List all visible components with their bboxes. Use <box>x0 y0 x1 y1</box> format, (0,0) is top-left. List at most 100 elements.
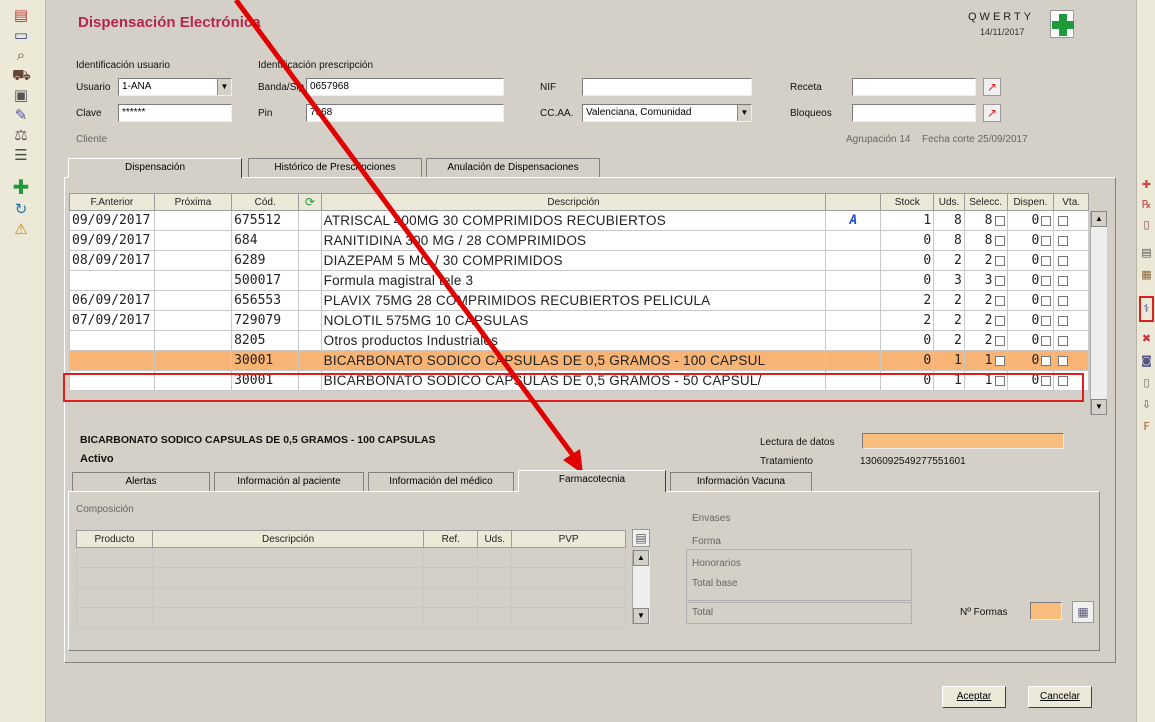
user-icon[interactable]: ◙ <box>1139 352 1154 369</box>
comp-col-producto[interactable]: Producto <box>76 530 153 548</box>
table-row[interactable]: 09/09/2017 684 RANITIDINA 300 MG / 28 COMP… <box>69 230 1089 251</box>
calendar-icon[interactable]: ▦ <box>1139 266 1154 283</box>
warning-icon[interactable]: ⚠ <box>12 220 30 238</box>
table-row[interactable]: 8205 Otros productos Industriales 0 2 2 0 <box>69 330 1089 351</box>
table-row[interactable] <box>76 607 626 628</box>
row-checkbox[interactable] <box>1058 315 1069 326</box>
row-checkbox[interactable] <box>994 275 1005 286</box>
composition-scrollbar[interactable]: ▲ ▼ <box>632 550 650 624</box>
ccaa-select[interactable]: Valenciana, Comunidad ▼ <box>582 104 752 122</box>
row-checkbox[interactable] <box>994 355 1005 366</box>
table-row[interactable]: 500017 Formula magistral tele 3 0 3 3 0 <box>69 270 1089 291</box>
row-checkbox[interactable] <box>1058 275 1069 286</box>
pin-field[interactable]: 7968 <box>306 104 504 122</box>
receta-field[interactable] <box>852 78 976 96</box>
accept-button[interactable]: Aceptar <box>942 686 1006 708</box>
table-row[interactable] <box>76 567 626 588</box>
tab-dispensacion[interactable]: Dispensación <box>68 158 242 178</box>
n-formas-field[interactable] <box>1030 602 1062 620</box>
row-checkbox[interactable] <box>994 235 1005 246</box>
pill-icon[interactable]: ✚ <box>1139 176 1154 193</box>
comp-col-pvp[interactable]: PVP <box>511 530 626 548</box>
document-icon[interactable]: ▯ <box>1139 216 1154 233</box>
print-icon[interactable]: ▤ <box>1139 244 1154 261</box>
bloqueos-edit-icon[interactable]: ↗ <box>983 104 1001 122</box>
row-checkbox[interactable] <box>994 315 1005 326</box>
scanner-icon[interactable]: ▭ <box>12 26 30 44</box>
nif-field[interactable] <box>582 78 752 96</box>
tab-historico[interactable]: Histórico de Prescripciones <box>248 158 422 178</box>
pharmacy-cross-icon[interactable]: ✚ <box>12 177 30 197</box>
table-row[interactable]: 08/09/2017 6289 DIAZEPAM 5 MG / 30 COMPRIM… <box>69 250 1089 271</box>
lectura-field[interactable] <box>862 433 1064 449</box>
table-row[interactable]: 09/09/2017 675512 ATRISCAL 400MG 30 COMPRI… <box>69 210 1089 231</box>
scale-icon[interactable]: ⚖ <box>12 126 30 144</box>
pharmacist-icon[interactable]: ⚕ <box>1139 296 1154 322</box>
tab-info-medico[interactable]: Información del médico <box>368 472 514 492</box>
row-checkbox[interactable] <box>1058 355 1069 366</box>
search-icon[interactable]: ⌕ <box>12 46 30 64</box>
row-checkbox[interactable] <box>994 335 1005 346</box>
row-checkbox[interactable] <box>1041 275 1052 286</box>
invoice-icon[interactable]: F <box>1139 418 1154 435</box>
row-checkbox[interactable] <box>1058 255 1069 266</box>
row-checkbox[interactable] <box>1041 235 1052 246</box>
comp-col-ref[interactable]: Ref. <box>423 530 479 548</box>
scroll-up-icon[interactable]: ▲ <box>633 550 649 566</box>
col-vta[interactable]: Vta. <box>1053 193 1089 211</box>
chevron-down-icon[interactable]: ▼ <box>737 105 751 121</box>
row-checkbox[interactable] <box>1041 335 1052 346</box>
tab-farmacotecnia[interactable]: Farmacotecnia <box>518 470 666 492</box>
prescription-icon[interactable]: ℞ <box>1139 196 1154 213</box>
list-icon[interactable]: ☰ <box>12 146 30 164</box>
formas-calculator-icon[interactable]: ▦ <box>1072 601 1094 623</box>
tab-info-vacuna[interactable]: Información Vacuna <box>670 472 812 492</box>
cart-icon[interactable]: ⛟ <box>12 66 31 84</box>
user-select[interactable]: 1-ANA ▼ <box>118 78 232 96</box>
scroll-down-icon[interactable]: ▼ <box>1091 399 1107 415</box>
receta-edit-icon[interactable]: ↗ <box>983 78 1001 96</box>
col-dispen[interactable]: Dispen. <box>1006 193 1055 211</box>
cancel-button[interactable]: Cancelar <box>1028 686 1092 708</box>
col-stock[interactable]: Stock <box>880 193 935 211</box>
row-checkbox[interactable] <box>1058 335 1069 346</box>
tab-alertas[interactable]: Alertas <box>72 472 210 492</box>
comp-col-descripcion[interactable]: Descripción <box>151 530 425 548</box>
row-checkbox[interactable] <box>994 295 1005 306</box>
table-row[interactable]: 07/09/2017 729079 NOLOTIL 575MG 10 CAPSULA… <box>69 310 1089 331</box>
row-checkbox[interactable] <box>1058 295 1069 306</box>
table-row[interactable] <box>76 587 626 608</box>
banda-field[interactable]: 0657968 <box>306 78 504 96</box>
refresh-column-icon[interactable]: ⟳ <box>298 193 322 211</box>
printer-icon[interactable]: ▤ <box>12 6 30 24</box>
scroll-down-icon[interactable]: ▼ <box>633 608 649 624</box>
table-row[interactable]: 30001 BICARBONATO SODICO CAPSULAS DE 0,5 … <box>69 350 1089 371</box>
table-row[interactable] <box>76 547 626 568</box>
row-checkbox[interactable] <box>1058 215 1069 226</box>
refresh-icon[interactable]: ↻ <box>12 200 30 218</box>
row-checkbox[interactable] <box>1041 215 1052 226</box>
row-checkbox[interactable] <box>1041 295 1052 306</box>
col-f-anterior[interactable]: F.Anterior <box>69 193 155 211</box>
row-checkbox[interactable] <box>1058 235 1069 246</box>
cancel-icon[interactable]: ✖ <box>1139 330 1154 347</box>
tab-anulacion[interactable]: Anulación de Dispensaciones <box>426 158 600 178</box>
col-selecc[interactable]: Selecc. <box>963 193 1008 211</box>
register-icon[interactable]: ▣ <box>12 86 30 104</box>
col-cod[interactable]: Cód. <box>231 193 300 211</box>
row-checkbox[interactable] <box>1041 255 1052 266</box>
row-checkbox[interactable] <box>994 255 1005 266</box>
bloqueos-field[interactable] <box>852 104 976 122</box>
col-proxima[interactable]: Próxima <box>153 193 233 211</box>
scroll-up-icon[interactable]: ▲ <box>1091 211 1107 227</box>
print-composition-icon[interactable]: ▤ <box>632 529 650 547</box>
download-icon[interactable]: ⇩ <box>1139 396 1154 413</box>
row-checkbox[interactable] <box>994 215 1005 226</box>
chevron-down-icon[interactable]: ▼ <box>217 79 231 95</box>
password-field[interactable]: ****** <box>118 104 232 122</box>
comp-col-uds[interactable]: Uds. <box>477 530 513 548</box>
row-checkbox[interactable] <box>1041 355 1052 366</box>
col-uds[interactable]: Uds. <box>933 193 965 211</box>
note-icon[interactable]: ▯ <box>1139 374 1154 391</box>
col-descripcion[interactable]: Descripción <box>320 193 827 211</box>
